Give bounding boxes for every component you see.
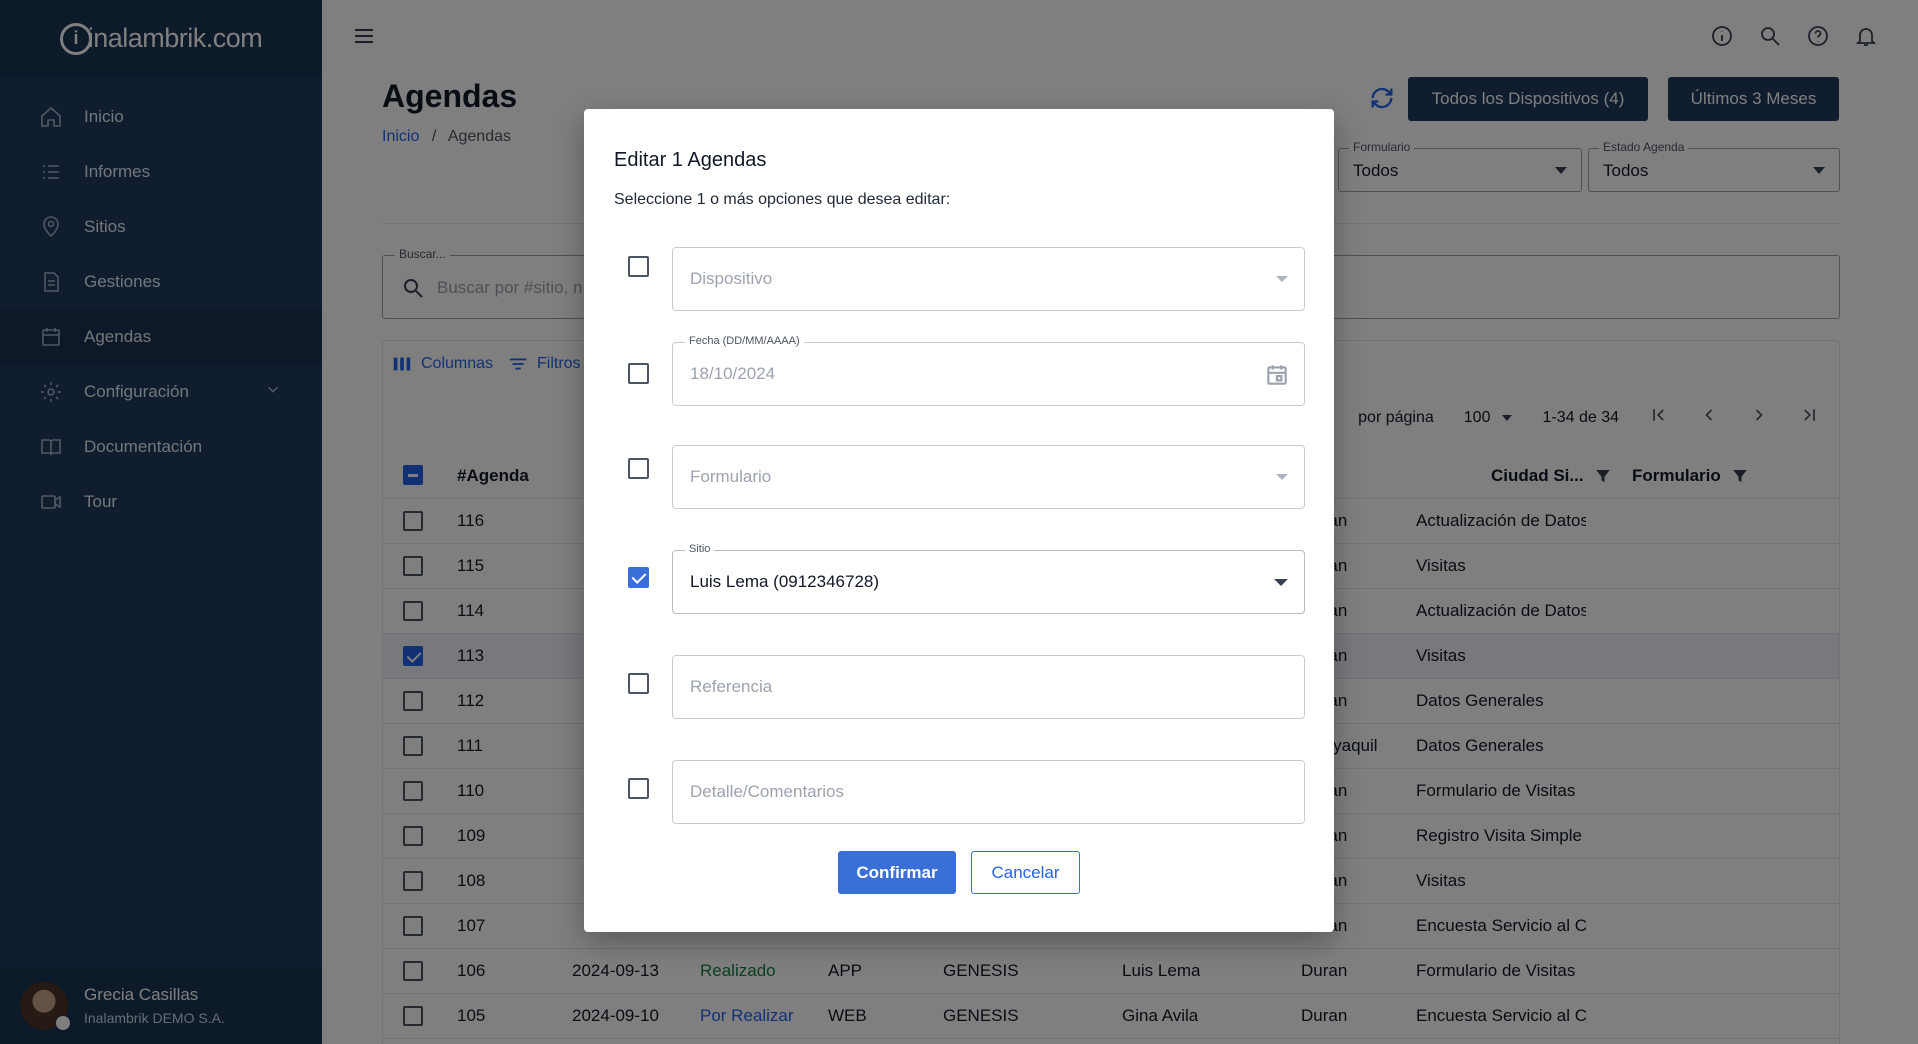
calendar-icon[interactable]: [1264, 362, 1290, 393]
detalle-checkbox[interactable]: [628, 778, 649, 799]
dialog-title: Editar 1 Agendas: [614, 149, 767, 171]
referencia-input[interactable]: Referencia: [672, 655, 1305, 719]
edit-agendas-dialog: Editar 1 Agendas Seleccione 1 o más opci…: [584, 109, 1334, 932]
formulario-checkbox[interactable]: [628, 458, 649, 479]
dispositivo-select[interactable]: Dispositivo: [672, 247, 1305, 311]
sitio-label: Sitio: [685, 543, 715, 555]
sitio-value: Luis Lema (0912346728): [690, 572, 880, 591]
fecha-row: Fecha (DD/MM/AAAA) 18/10/2024: [584, 335, 1334, 406]
detalle-input[interactable]: Detalle/Comentarios: [672, 760, 1305, 824]
dispositivo-placeholder: Dispositivo: [690, 269, 773, 288]
referencia-row: Referencia: [584, 655, 1334, 719]
fecha-value: 18/10/2024: [690, 364, 776, 383]
formulario-select[interactable]: Formulario: [672, 445, 1305, 509]
cancel-button[interactable]: Cancelar: [971, 851, 1080, 894]
referencia-checkbox[interactable]: [628, 673, 649, 694]
detalle-placeholder: Detalle/Comentarios: [690, 782, 845, 801]
dispositivo-row: Dispositivo: [584, 247, 1334, 311]
caret-down-icon: [1276, 474, 1288, 480]
sitio-row: Sitio Luis Lema (0912346728): [584, 543, 1334, 614]
sitio-select[interactable]: Sitio Luis Lema (0912346728): [672, 543, 1305, 614]
caret-down-icon: [1274, 579, 1288, 586]
formulario-placeholder: Formulario: [690, 467, 772, 486]
fecha-label: Fecha (DD/MM/AAAA): [685, 335, 804, 347]
sitio-checkbox[interactable]: [628, 567, 649, 588]
referencia-placeholder: Referencia: [690, 677, 773, 696]
detalle-row: Detalle/Comentarios: [584, 760, 1334, 824]
caret-down-icon: [1276, 276, 1288, 282]
fecha-input[interactable]: Fecha (DD/MM/AAAA) 18/10/2024: [672, 335, 1305, 406]
dialog-subtitle: Seleccione 1 o más opciones que desea ed…: [614, 191, 951, 208]
formulario-row: Formulario: [584, 445, 1334, 509]
fecha-checkbox[interactable]: [628, 363, 649, 384]
confirm-button[interactable]: Confirmar: [838, 851, 956, 894]
dispositivo-checkbox[interactable]: [628, 256, 649, 277]
